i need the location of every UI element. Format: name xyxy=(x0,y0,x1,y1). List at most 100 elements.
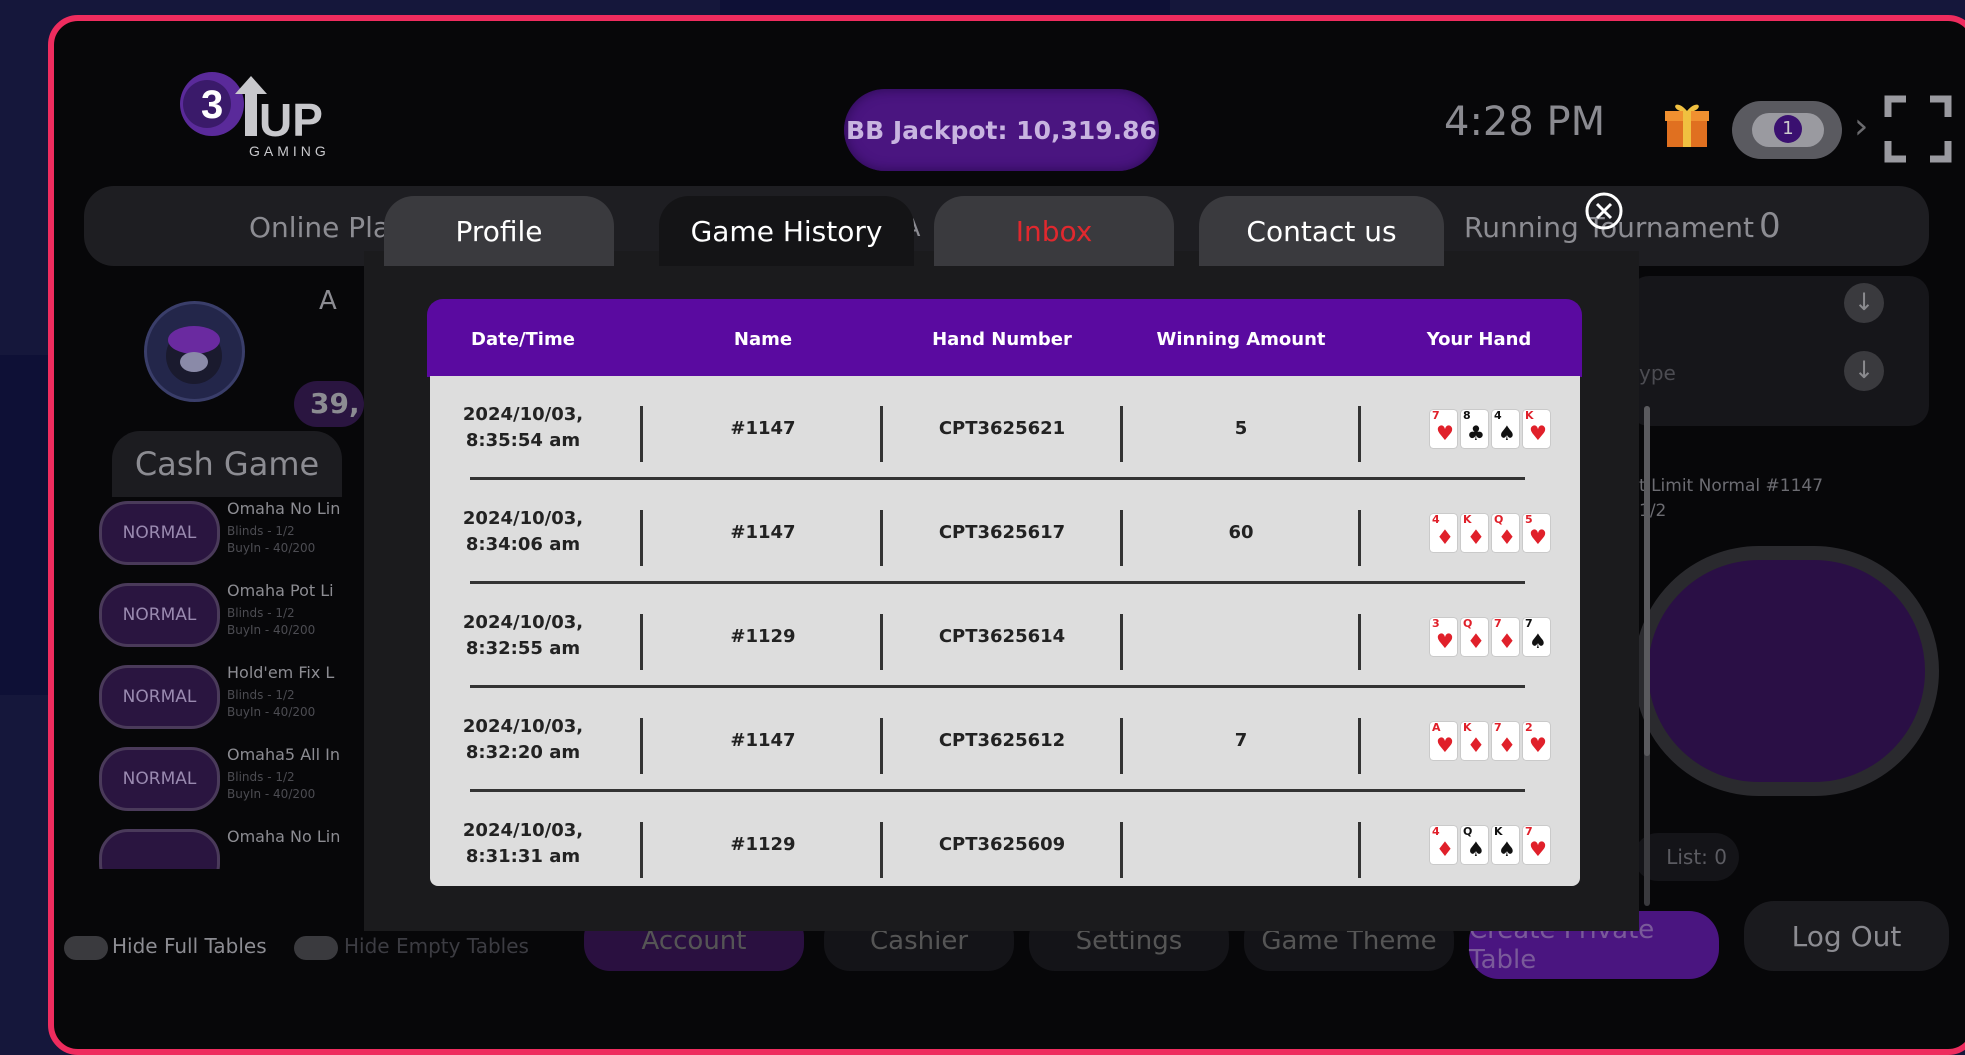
column-divider xyxy=(1358,510,1361,566)
name-cell: #1147 xyxy=(730,417,796,439)
card-suit-icon: ♥ xyxy=(1436,733,1454,757)
column-divider xyxy=(880,718,883,774)
column-divider xyxy=(1120,614,1123,670)
card-suit-icon: ♠ xyxy=(1467,837,1485,861)
hide-full-toggle[interactable] xyxy=(64,936,108,960)
table-preview xyxy=(1634,546,1939,796)
list-item[interactable]: NORMAL Omaha No Lin Blinds - 1/2 BuyIn - … xyxy=(84,491,384,569)
playing-card: K ♠ xyxy=(1492,826,1519,864)
card-suit-icon: ♥ xyxy=(1529,525,1547,549)
playing-card: 7 ♥ xyxy=(1523,826,1550,864)
arrow-down-icon[interactable]: ↓ xyxy=(1844,283,1884,323)
hand-number-cell: CPT3625621 xyxy=(938,417,1066,439)
list-item[interactable]: NORMAL Omaha5 All In Blinds - 1/2 BuyIn -… xyxy=(84,737,384,815)
tab-inbox[interactable]: Inbox xyxy=(934,196,1174,266)
card-suit-icon: ♠ xyxy=(1529,629,1547,653)
fullscreen-icon[interactable] xyxy=(1882,93,1954,165)
notification-badge: 1 xyxy=(1774,115,1802,143)
balance-pill: 39, xyxy=(294,381,364,427)
column-divider xyxy=(880,822,883,878)
game-type-badge: NORMAL xyxy=(99,747,220,811)
playing-card: 2 ♥ xyxy=(1523,722,1550,760)
game-buyin: BuyIn - 40/200 xyxy=(227,623,316,637)
playing-card: Q ♦ xyxy=(1461,618,1488,656)
tab-label: Profile xyxy=(455,214,543,248)
tab-cash-game[interactable]: Cash Game xyxy=(112,431,342,497)
game-blinds: Blinds - 1/2 xyxy=(227,688,295,702)
playing-card: 4 ♠ xyxy=(1492,410,1519,448)
jackpot-banner: BB Jackpot: 10,319.86 xyxy=(844,89,1159,171)
scrollbar-thumb[interactable] xyxy=(1644,406,1650,756)
list-item[interactable]: NORMAL Omaha Pot Li Blinds - 1/2 BuyIn - … xyxy=(84,573,384,651)
game-name: Omaha5 All In xyxy=(227,745,340,764)
playing-card: K ♥ xyxy=(1523,410,1550,448)
column-divider xyxy=(640,406,643,462)
date-time-cell: 2024/10/03, 8:32:55 am xyxy=(463,584,583,688)
hide-empty-toggle[interactable] xyxy=(294,936,338,960)
column-divider xyxy=(1358,822,1361,878)
column-divider xyxy=(880,614,883,670)
hand-number-cell: CPT3625614 xyxy=(938,625,1066,647)
game-blinds: Blinds - 1/2 xyxy=(227,524,295,538)
logo-text: UP xyxy=(259,94,323,146)
winning-amount-cell: 60 xyxy=(1228,521,1254,543)
game-details: Blinds - 1/2 BuyIn - 40/200 xyxy=(227,605,315,639)
card-suit-icon: ♦ xyxy=(1436,837,1454,861)
online-players-label: Online Pla xyxy=(249,211,391,244)
tab-game-history[interactable]: Game History xyxy=(659,196,914,266)
game-details: Blinds - 1/2 BuyIn - 40/200 xyxy=(227,523,315,557)
close-icon[interactable] xyxy=(1584,191,1624,231)
list-item[interactable]: Omaha No Lin xyxy=(84,819,384,869)
hand-cards: 3 ♥ Q ♦ 7 ♦ 7 ♠ xyxy=(1430,618,1550,656)
playing-card: 7 ♦ xyxy=(1492,618,1519,656)
column-header: Date/Time xyxy=(471,329,575,350)
time-text: 8:32:55 am xyxy=(465,638,581,659)
toggle-switch xyxy=(294,936,338,960)
column-header: Your Hand xyxy=(1426,329,1532,350)
name-cell: #1147 xyxy=(730,521,796,543)
tab-profile[interactable]: Profile xyxy=(384,196,614,266)
history-table-header: Date/Time Name Hand Number Winning Amoun… xyxy=(427,299,1582,377)
column-divider xyxy=(1120,406,1123,462)
tab-contact-us[interactable]: Contact us xyxy=(1199,196,1444,266)
playing-card: K ♦ xyxy=(1461,514,1488,552)
column-divider xyxy=(640,614,643,670)
playing-card: 4 ♦ xyxy=(1430,826,1457,864)
tab-label: Contact us xyxy=(1246,214,1397,248)
type-label: ype xyxy=(1639,361,1676,385)
column-divider xyxy=(640,718,643,774)
selected-table-name: t Limit Normal #1147 xyxy=(1639,476,1824,496)
column-divider xyxy=(880,510,883,566)
date-time-cell: 2024/10/03, 8:35:54 am xyxy=(463,376,583,480)
table-row[interactable]: 2024/10/03, 8:31:31 am #1129 CPT3625609 4 ♦ Q ♠… xyxy=(430,792,1580,896)
game-type-badge: NORMAL xyxy=(99,665,220,729)
log-out-button[interactable]: Log Out xyxy=(1744,901,1949,971)
column-divider xyxy=(1358,406,1361,462)
date-time-cell: 2024/10/03, 8:31:31 am xyxy=(463,792,583,896)
table-row[interactable]: 2024/10/03, 8:32:55 am #1129 CPT3625614 3 ♥ Q ♦… xyxy=(430,584,1580,688)
card-suit-icon: ♦ xyxy=(1467,629,1485,653)
playing-card: 5 ♥ xyxy=(1523,514,1550,552)
running-tournament-count: 0 xyxy=(1759,206,1781,246)
card-suit-icon: ♦ xyxy=(1467,525,1485,549)
column-divider xyxy=(1358,718,1361,774)
card-suit-icon: ♥ xyxy=(1529,733,1547,757)
history-table-body: 2024/10/03, 8:35:54 am #1147 CPT3625621 5 7 ♥ 8… xyxy=(430,376,1580,886)
table-row[interactable]: 2024/10/03, 8:35:54 am #1147 CPT3625621 5 7 ♥ 8… xyxy=(430,376,1580,480)
tab-label: Game History xyxy=(690,214,883,248)
game-buyin: BuyIn - 40/200 xyxy=(227,705,316,719)
time-text: 8:34:06 am xyxy=(465,534,581,555)
game-type-badge: NORMAL xyxy=(99,583,220,647)
notification-toggle[interactable]: 1 xyxy=(1732,101,1842,159)
table-row[interactable]: 2024/10/03, 8:34:06 am #1147 CPT3625617 60 4 ♦… xyxy=(430,480,1580,584)
list-item[interactable]: NORMAL Hold'em Fix L Blinds - 1/2 BuyIn -… xyxy=(84,655,384,733)
table-row[interactable]: 2024/10/03, 8:32:20 am #1147 CPT3625612 7 A ♥ K… xyxy=(430,688,1580,792)
arrow-down-icon[interactable]: ↓ xyxy=(1844,351,1884,391)
logo-subtext: GAMING xyxy=(249,143,330,159)
avatar[interactable] xyxy=(144,301,245,402)
column-divider xyxy=(640,822,643,878)
hide-empty-tables-label: Hide Empty Tables xyxy=(344,934,529,958)
game-list: NORMAL Omaha No Lin Blinds - 1/2 BuyIn - … xyxy=(84,491,384,876)
game-details: Blinds - 1/2 BuyIn - 40/200 xyxy=(227,769,315,803)
gift-icon[interactable] xyxy=(1662,99,1712,149)
